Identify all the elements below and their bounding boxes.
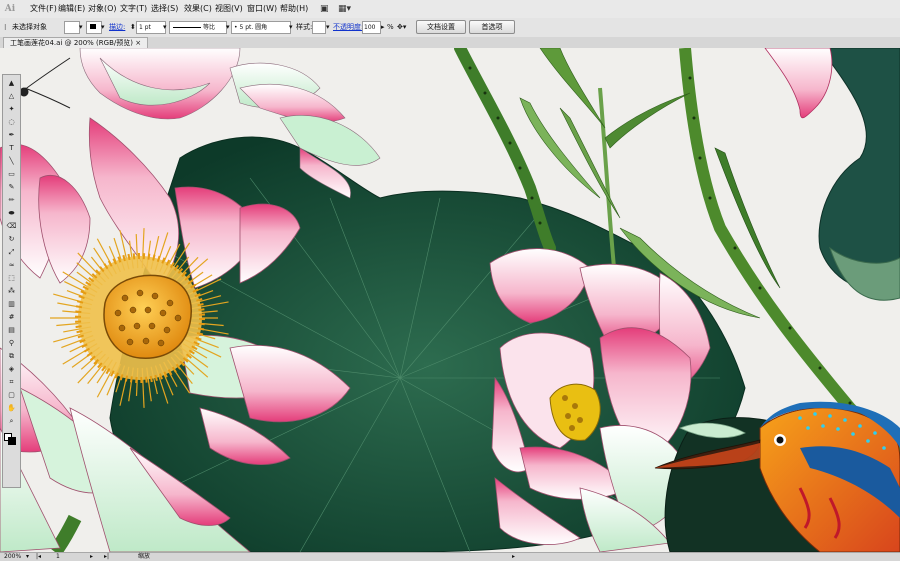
scale-tool-icon[interactable]: ⤢ bbox=[4, 248, 19, 257]
warp-tool-icon[interactable]: ≈ bbox=[4, 261, 19, 270]
type-tool-icon[interactable]: T bbox=[4, 144, 19, 153]
selection-status: 未选择对象 bbox=[12, 23, 47, 31]
hand-tool-icon[interactable]: ✋ bbox=[4, 404, 19, 413]
artboard-tool-icon[interactable]: ▢ bbox=[4, 391, 19, 400]
blob-brush-tool-icon[interactable]: ⬬ bbox=[4, 209, 19, 218]
eyedropper-tool-icon[interactable]: ⚲ bbox=[4, 339, 19, 348]
graph-tool-icon[interactable]: ▥ bbox=[4, 300, 19, 309]
gripper-icon: ⁝ bbox=[4, 23, 7, 32]
preferences-button[interactable]: 首选项 bbox=[469, 20, 515, 34]
lasso-tool-icon[interactable]: ◌ bbox=[4, 118, 19, 127]
free-transform-tool-icon[interactable]: ⬚ bbox=[4, 274, 19, 283]
slice-tool-icon[interactable]: ⌗ bbox=[4, 378, 19, 387]
tools-panel: ▲ △ ✦ ◌ ✒ T ╲ ▭ ✎ ✏ ⬬ ⌫ ↻ ⤢ ≈ ⬚ ⁂ ▥ # ▤ ⚲ ⧉ ◈ ⌗ ▢ ✋ ⌕ bbox=[2, 74, 21, 488]
opacity-panel-link[interactable]: 不透明度: bbox=[333, 21, 363, 34]
brush-definition-select[interactable]: • 5 pt. 圆角 bbox=[231, 21, 291, 34]
rotate-tool-icon[interactable]: ↻ bbox=[4, 235, 19, 244]
stroke-color-box[interactable] bbox=[8, 437, 16, 445]
document-setup-button[interactable]: 文档设置 bbox=[416, 20, 466, 34]
rectangle-tool-icon[interactable]: ▭ bbox=[4, 170, 19, 179]
arrange-documents-icon[interactable]: ▦▾ bbox=[338, 3, 351, 15]
menu-edit[interactable]: 编辑(E) bbox=[58, 3, 85, 15]
control-bar: ⁝ 未选择对象 ▾ ▾ 描边: ⬍ 1 pt ▾ 等比 ▾ • 5 pt. 圆角… bbox=[0, 18, 900, 38]
app-logo: Ai bbox=[4, 4, 16, 14]
eraser-tool-icon[interactable]: ⌫ bbox=[4, 222, 19, 231]
stepper-icon[interactable]: ⬍ bbox=[130, 21, 136, 34]
zoom-tool-icon[interactable]: ⌕ bbox=[4, 417, 19, 426]
chevron-down-icon[interactable]: ▾ bbox=[289, 21, 293, 34]
paintbrush-tool-icon[interactable]: ✎ bbox=[4, 183, 19, 192]
menu-window[interactable]: 窗口(W) bbox=[247, 3, 277, 15]
brush-label: 5 pt. 圆角 bbox=[239, 24, 268, 31]
menu-file[interactable]: 文件(F) bbox=[30, 3, 57, 15]
opacity-field[interactable]: 100 bbox=[362, 21, 381, 34]
menu-help[interactable]: 帮助(H) bbox=[280, 3, 308, 15]
menu-select[interactable]: 选择(S) bbox=[151, 3, 178, 15]
magic-wand-tool-icon[interactable]: ✦ bbox=[4, 105, 19, 114]
profile-line bbox=[173, 27, 201, 28]
artboard-canvas[interactable] bbox=[0, 48, 900, 552]
chevron-down-icon[interactable]: ▾ bbox=[226, 21, 230, 34]
document-tab-title: 工笔画莲花04.ai @ 200% (RGB/预览) bbox=[10, 39, 133, 47]
bridge-icon[interactable]: ▣ bbox=[320, 3, 329, 15]
pencil-tool-icon[interactable]: ✏ bbox=[4, 196, 19, 205]
blend-tool-icon[interactable]: ⧉ bbox=[4, 352, 19, 361]
menu-view[interactable]: 视图(V) bbox=[215, 3, 243, 15]
profile-label: 等比 bbox=[203, 24, 216, 31]
chevron-down-icon[interactable]: ▾ bbox=[326, 21, 330, 34]
graphic-style-swatch[interactable] bbox=[312, 21, 326, 34]
stroke-color-swatch[interactable] bbox=[86, 21, 102, 34]
menu-effect[interactable]: 效果(C) bbox=[184, 3, 212, 15]
live-paint-tool-icon[interactable]: ◈ bbox=[4, 365, 19, 374]
gradient-tool-icon[interactable]: ▤ bbox=[4, 326, 19, 335]
pen-tool-icon[interactable]: ✒ bbox=[4, 131, 19, 140]
chevron-down-icon[interactable]: ▾ bbox=[101, 21, 105, 34]
close-icon[interactable]: × bbox=[135, 39, 141, 47]
menu-type[interactable]: 文字(T) bbox=[120, 3, 147, 15]
stroke-panel-link[interactable]: 描边: bbox=[109, 21, 125, 34]
menu-bar: Ai 文件(F) 编辑(E) 对象(O) 文字(T) 选择(S) 效果(C) 视… bbox=[0, 0, 900, 19]
stroke-weight-field[interactable]: 1 pt bbox=[136, 21, 166, 34]
chevron-down-icon[interactable]: ▾ bbox=[163, 21, 167, 34]
brush-dot-icon: • bbox=[234, 24, 238, 31]
chevron-down-icon[interactable]: ▸ bbox=[381, 21, 385, 34]
mesh-tool-icon[interactable]: # bbox=[4, 313, 19, 322]
style-label: 样式: bbox=[296, 23, 313, 31]
variable-width-profile-select[interactable]: 等比 bbox=[169, 21, 227, 34]
fill-color-swatch[interactable] bbox=[64, 21, 80, 34]
recolor-icon[interactable]: ✥▾ bbox=[397, 21, 406, 34]
opacity-unit: % bbox=[387, 23, 394, 31]
direct-selection-tool-icon[interactable]: △ bbox=[4, 92, 19, 101]
symbol-sprayer-tool-icon[interactable]: ⁂ bbox=[4, 287, 19, 296]
selection-tool-icon[interactable]: ▲ bbox=[4, 79, 19, 88]
line-tool-icon[interactable]: ╲ bbox=[4, 157, 19, 166]
chevron-down-icon[interactable]: ▾ bbox=[79, 21, 83, 34]
menu-object[interactable]: 对象(O) bbox=[88, 3, 117, 15]
stroke-color-fill bbox=[90, 24, 96, 29]
